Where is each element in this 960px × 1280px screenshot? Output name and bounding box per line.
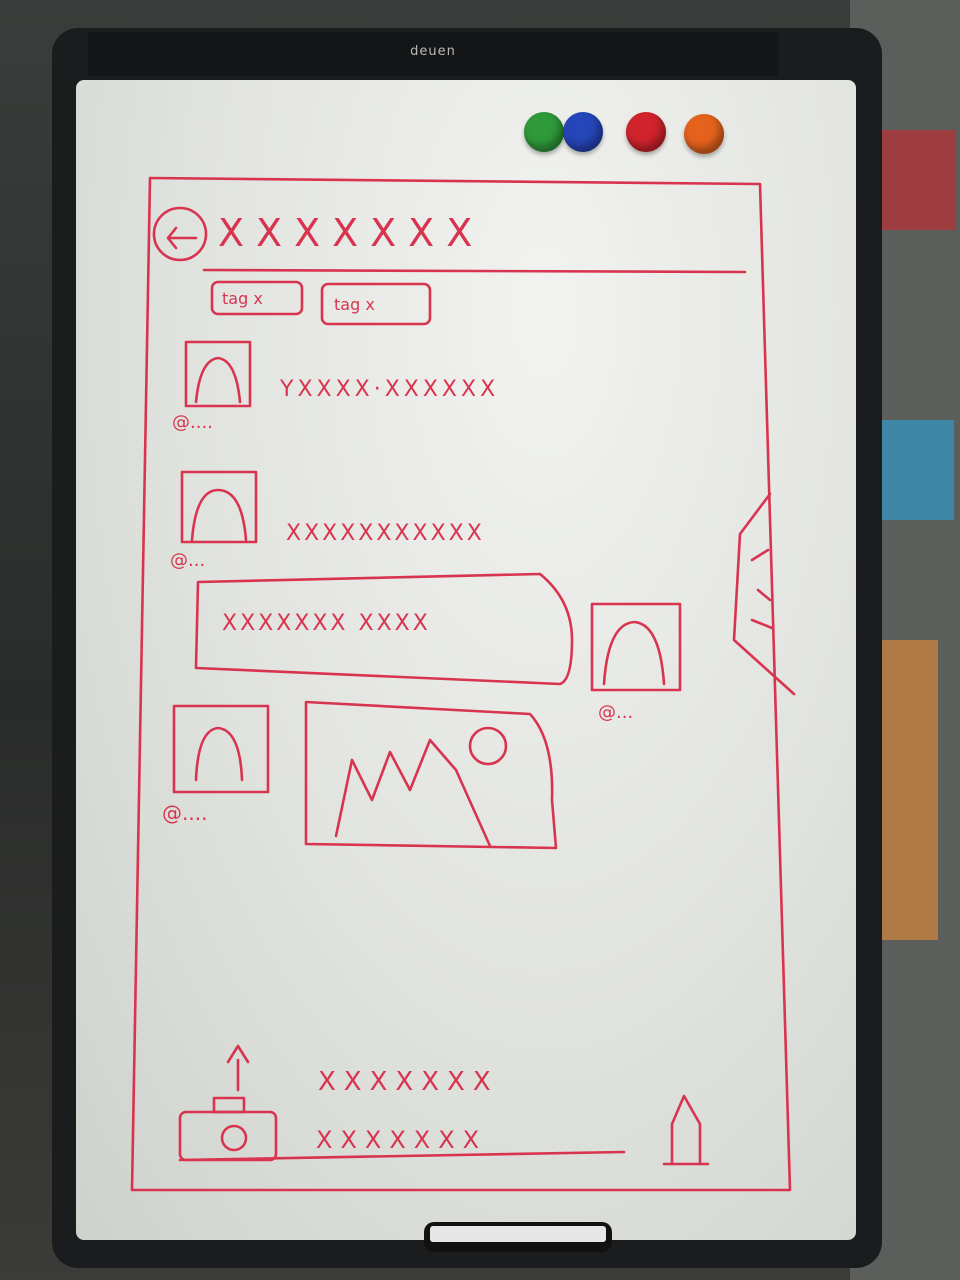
tag-label-1: tag x xyxy=(222,289,263,308)
handle-3: @... xyxy=(598,702,633,723)
image-message xyxy=(304,700,558,850)
compose-line-2: XXXXXXX xyxy=(316,1126,487,1154)
rocket-send-icon xyxy=(662,1094,710,1166)
tag-label-2: tag x xyxy=(334,295,375,314)
handle-4: @.... xyxy=(162,801,207,825)
phone-outline xyxy=(130,176,792,1192)
back-arrow-icon xyxy=(152,206,208,262)
compose-line-1: XXXXXXX xyxy=(318,1067,499,1097)
ui-sketch: XXXXXXX tag x tag x @.... YXXXX·XXXXXX @… xyxy=(130,176,796,1192)
handle-2: @... xyxy=(170,550,205,571)
page-title: XXXXXXX xyxy=(218,211,484,255)
handle-1: @.... xyxy=(172,412,213,433)
camera-icon xyxy=(178,1110,278,1162)
message-text-3: XXXXXXX XXXX xyxy=(222,611,431,636)
message-text-1: YXXXX·XXXXXX xyxy=(279,377,499,402)
header-divider xyxy=(202,268,747,274)
image-placeholder-icon xyxy=(334,738,492,848)
upload-arrow-icon xyxy=(226,1044,250,1092)
message-text-2: XXXXXXXXXXX xyxy=(286,521,485,546)
avatar-4 xyxy=(172,704,270,794)
